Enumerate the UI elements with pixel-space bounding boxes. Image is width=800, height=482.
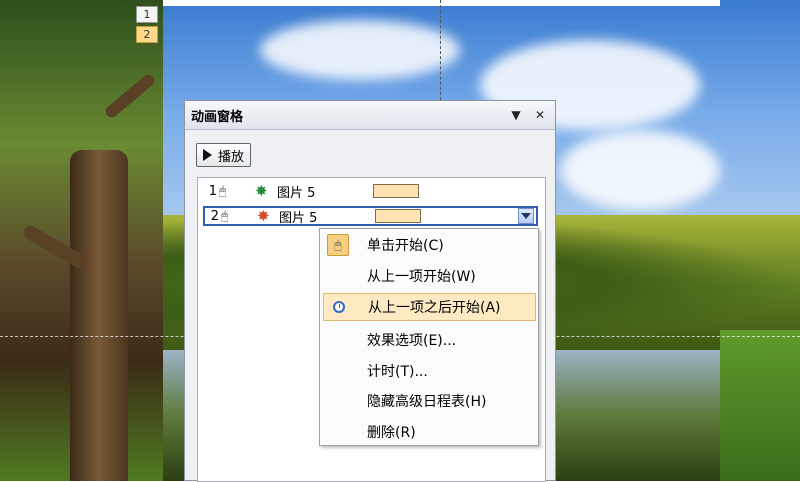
- slide-top-edge: [163, 0, 720, 6]
- timeline-bar[interactable]: [375, 209, 421, 223]
- mouse-icon: 🖱: [327, 234, 349, 256]
- tree-branch: [103, 72, 157, 120]
- menu-item-start-after-previous[interactable]: 从上一项之后开始(A): [323, 293, 536, 321]
- menu-item-label: 效果选项(E)...: [367, 333, 457, 349]
- pane-title: 动画窗格: [191, 109, 244, 125]
- mouse-icon: 🖱: [219, 184, 227, 198]
- menu-item-label: 从上一项之后开始(A): [368, 300, 501, 316]
- menu-item-timing[interactable]: 计时(T)...: [323, 357, 536, 385]
- grass: [720, 330, 800, 481]
- star-effect-icon: ✸: [257, 207, 270, 225]
- menu-item-label: 计时(T)...: [367, 364, 428, 380]
- item-dropdown-button[interactable]: [518, 208, 534, 224]
- clock-icon: [328, 296, 350, 318]
- item-number: 1: [208, 183, 217, 199]
- menu-item-remove[interactable]: 删除(R): [323, 418, 536, 446]
- item-name: 图片 5: [277, 185, 316, 201]
- animation-item-1[interactable]: 1 🖱 ✸ 图片 5: [203, 181, 538, 201]
- menu-item-label: 隐藏高级日程表(H): [367, 394, 487, 410]
- guide-vertical: [440, 0, 441, 100]
- play-button[interactable]: 播放: [196, 143, 252, 167]
- play-icon: [203, 149, 212, 161]
- close-icon[interactable]: ✕: [531, 106, 549, 124]
- left-tree-photo: [0, 0, 163, 481]
- cloud: [260, 20, 460, 80]
- mouse-icon: 🖱: [221, 209, 229, 223]
- menu-item-label: 删除(R): [367, 425, 416, 441]
- pane-options-icon[interactable]: ▼: [507, 106, 525, 124]
- item-number: 2: [210, 208, 219, 224]
- tree-trunk: [70, 150, 128, 481]
- menu-item-hide-advanced-timeline[interactable]: 隐藏高级日程表(H): [323, 387, 536, 415]
- menu-item-start-on-click[interactable]: 🖱 单击开始(C): [323, 231, 536, 259]
- menu-item-label: 从上一项开始(W): [367, 269, 476, 285]
- star-effect-icon: ✸: [255, 182, 268, 200]
- timeline-bar[interactable]: [373, 184, 419, 198]
- chevron-down-icon: [521, 213, 531, 219]
- cloud: [560, 130, 720, 210]
- menu-item-effect-options[interactable]: 效果选项(E)...: [323, 326, 536, 354]
- context-menu: 🖱 单击开始(C) 从上一项开始(W) 从上一项之后开始(A) 效果选项(E).…: [319, 228, 539, 446]
- item-name: 图片 5: [279, 210, 318, 226]
- pane-header: 动画窗格 ▼ ✕: [185, 101, 555, 130]
- play-label: 播放: [218, 149, 245, 165]
- animation-tag-1[interactable]: 1: [136, 6, 158, 23]
- animation-item-2[interactable]: 2 🖱 ✸ 图片 5: [203, 206, 538, 226]
- animation-tag-2[interactable]: 2: [136, 26, 158, 43]
- menu-item-start-with-previous[interactable]: 从上一项开始(W): [323, 262, 536, 290]
- menu-item-label: 单击开始(C): [367, 238, 444, 254]
